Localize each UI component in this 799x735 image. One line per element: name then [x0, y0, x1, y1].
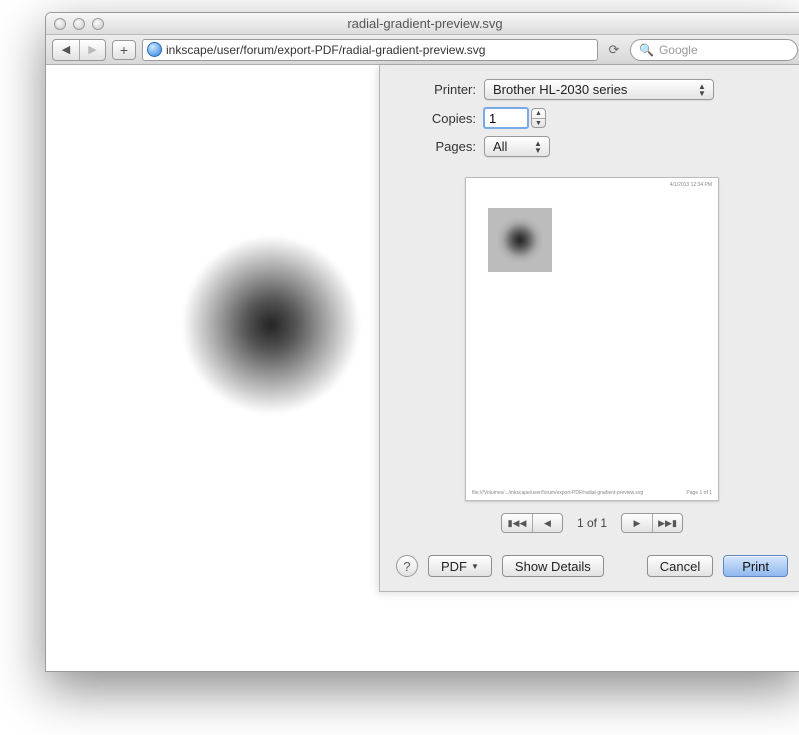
- window-title: radial-gradient-preview.svg: [46, 16, 799, 31]
- printer-label: Printer:: [398, 82, 476, 97]
- page-content: Printer: Brother HL-2030 series ▲▼ Copie…: [46, 65, 799, 671]
- site-icon: [147, 42, 162, 57]
- prev-page-button[interactable]: ◀: [532, 514, 562, 532]
- prev-icon: ◀: [544, 518, 551, 529]
- search-field[interactable]: 🔍 Google: [630, 39, 798, 61]
- copies-stepper[interactable]: ▲ ▼: [531, 108, 546, 128]
- search-icon: 🔍: [639, 43, 654, 57]
- add-bookmark-button[interactable]: +: [112, 40, 136, 60]
- preview-graphic: [488, 208, 552, 272]
- zoom-window-button[interactable]: [92, 18, 104, 30]
- pages-value: All: [493, 139, 507, 154]
- toolbar: ◀ ▶ + inkscape/user/forum/export-PDF/rad…: [46, 35, 799, 65]
- minimize-window-button[interactable]: [73, 18, 85, 30]
- printer-value: Brother HL-2030 series: [493, 82, 627, 97]
- reload-button[interactable]: ⟳: [604, 40, 624, 60]
- print-preview: 4/1/2013 12:34 PM file:///Volumes/.../in…: [380, 173, 799, 545]
- plus-icon: +: [120, 42, 128, 58]
- titlebar: radial-gradient-preview.svg: [46, 13, 799, 35]
- last-icon: ▶▶▮: [658, 518, 677, 529]
- address-text: inkscape/user/forum/export-PDF/radial-gr…: [166, 43, 595, 57]
- last-page-button[interactable]: ▶▶▮: [652, 514, 682, 532]
- chevron-left-icon: ◀: [62, 43, 70, 56]
- next-icon: ▶: [634, 518, 641, 529]
- pages-label: Pages:: [398, 139, 476, 154]
- cancel-label: Cancel: [660, 559, 700, 574]
- pdf-menu-button[interactable]: PDF ▼: [428, 555, 492, 577]
- preview-footer-right: Page 1 of 1: [686, 490, 712, 496]
- nav-back-forward: ◀ ▶: [52, 39, 106, 61]
- first-icon: ▮◀◀: [508, 518, 527, 529]
- preview-pager: ▮◀◀ ◀ 1 of 1 ▶ ▶▶▮: [501, 513, 683, 533]
- forward-button[interactable]: ▶: [79, 40, 105, 60]
- copies-row: Copies: ▲ ▼: [398, 108, 786, 128]
- back-button[interactable]: ◀: [53, 40, 79, 60]
- address-bar[interactable]: inkscape/user/forum/export-PDF/radial-gr…: [142, 39, 598, 61]
- printer-select[interactable]: Brother HL-2030 series ▲▼: [484, 79, 714, 100]
- pager-back-group: ▮◀◀ ◀: [501, 513, 563, 533]
- stepper-up-icon: ▲: [532, 109, 545, 118]
- chevron-down-icon: ▼: [471, 562, 479, 571]
- show-details-label: Show Details: [515, 559, 591, 574]
- copies-label: Copies:: [398, 111, 476, 126]
- browser-window: radial-gradient-preview.svg ◀ ▶ + inksca…: [45, 12, 799, 672]
- print-dialog: Printer: Brother HL-2030 series ▲▼ Copie…: [379, 65, 799, 592]
- help-button[interactable]: ?: [396, 555, 418, 577]
- preview-page: 4/1/2013 12:34 PM file:///Volumes/.../in…: [465, 177, 719, 501]
- preview-header-right: 4/1/2013 12:34 PM: [670, 182, 712, 188]
- search-placeholder: Google: [659, 43, 698, 57]
- preview-footer-left: file:///Volumes/.../inkscape/user/forum/…: [472, 490, 643, 496]
- reload-icon: ⟳: [609, 42, 620, 58]
- pages-select[interactable]: All ▲▼: [484, 136, 550, 157]
- chevron-right-icon: ▶: [88, 43, 96, 56]
- help-icon: ?: [403, 559, 410, 574]
- dialog-button-bar: ? PDF ▼ Show Details Cancel Print: [380, 545, 799, 591]
- traffic-lights: [46, 18, 104, 30]
- pages-row: Pages: All ▲▼: [398, 136, 786, 157]
- printer-row: Printer: Brother HL-2030 series ▲▼: [398, 79, 786, 100]
- close-window-button[interactable]: [54, 18, 66, 30]
- stepper-down-icon: ▼: [532, 118, 545, 127]
- print-label: Print: [742, 559, 769, 574]
- print-button[interactable]: Print: [723, 555, 788, 577]
- cancel-button[interactable]: Cancel: [647, 555, 713, 577]
- updown-icon: ▲▼: [531, 140, 545, 154]
- pager-forward-group: ▶ ▶▶▮: [621, 513, 683, 533]
- show-details-button[interactable]: Show Details: [502, 555, 604, 577]
- updown-icon: ▲▼: [695, 83, 709, 97]
- print-form: Printer: Brother HL-2030 series ▲▼ Copie…: [380, 65, 799, 173]
- next-page-button[interactable]: ▶: [622, 514, 652, 532]
- first-page-button[interactable]: ▮◀◀: [502, 514, 532, 532]
- copies-input[interactable]: [484, 108, 528, 128]
- radial-gradient-graphic: [181, 235, 361, 415]
- page-indicator: 1 of 1: [577, 516, 607, 530]
- pdf-label: PDF: [441, 559, 467, 574]
